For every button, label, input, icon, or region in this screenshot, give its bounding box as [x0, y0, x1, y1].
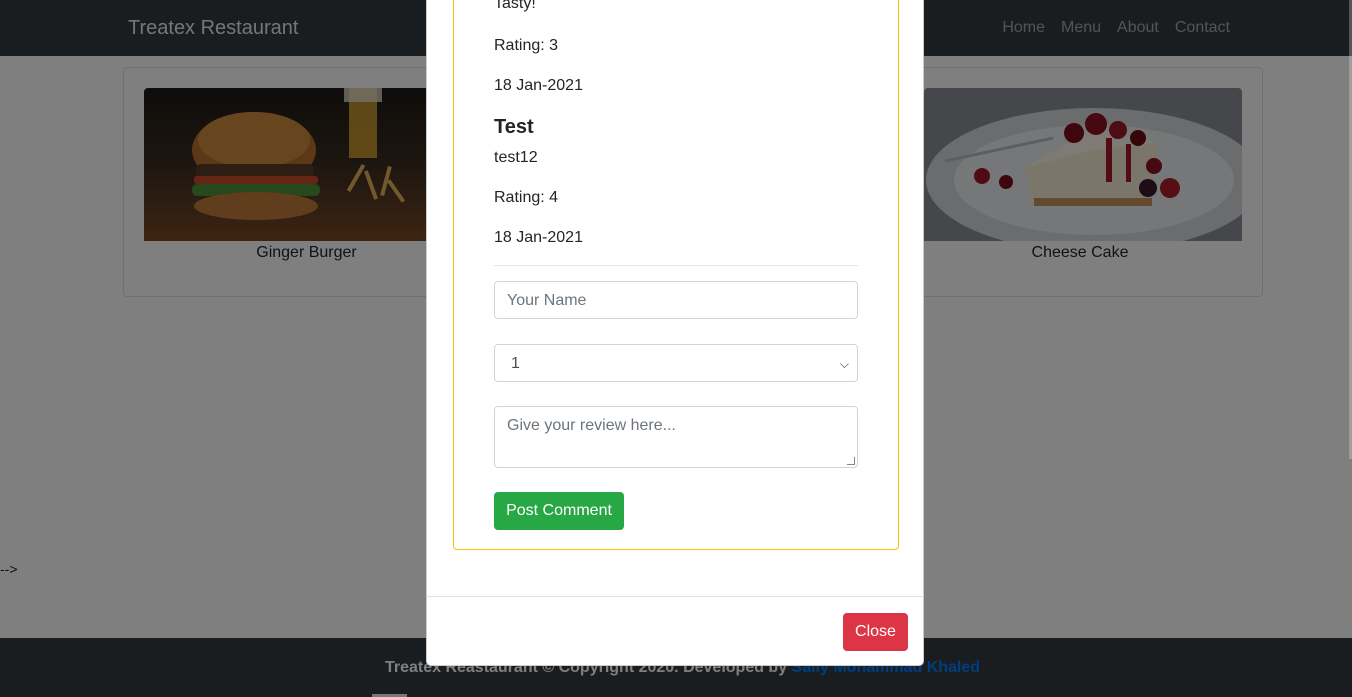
reviews-divider — [494, 265, 858, 266]
review-textarea-placeholder: Give your review here... — [507, 417, 676, 434]
review-author: Test — [494, 116, 534, 138]
review-comment: Tasty! — [494, 0, 536, 12]
review-rating: Rating: 3 — [494, 37, 559, 54]
resize-handle-icon[interactable] — [847, 457, 855, 465]
modal-footer-divider — [427, 596, 923, 597]
reviews-panel: Tasty! Rating: 3 18 Jan-2021 Test test12… — [453, 0, 899, 550]
review-comment: test12 — [494, 149, 538, 166]
review-date: 18 Jan-2021 — [494, 229, 583, 246]
review-textarea[interactable]: Give your review here... — [494, 406, 858, 468]
name-input[interactable]: Your Name — [494, 281, 858, 319]
review-rating: Rating: 4 — [494, 189, 559, 206]
rating-select[interactable]: 1 ⌵ — [494, 344, 858, 382]
review-modal: Tasty! Rating: 3 18 Jan-2021 Test test12… — [426, 0, 924, 666]
rating-select-value: 1 — [511, 355, 520, 372]
post-comment-button[interactable]: Post Comment — [494, 492, 624, 530]
chevron-down-icon: ⌵ — [839, 357, 849, 371]
review-date: 18 Jan-2021 — [494, 77, 583, 94]
name-input-placeholder: Your Name — [507, 292, 587, 309]
close-button[interactable]: Close — [843, 613, 908, 651]
